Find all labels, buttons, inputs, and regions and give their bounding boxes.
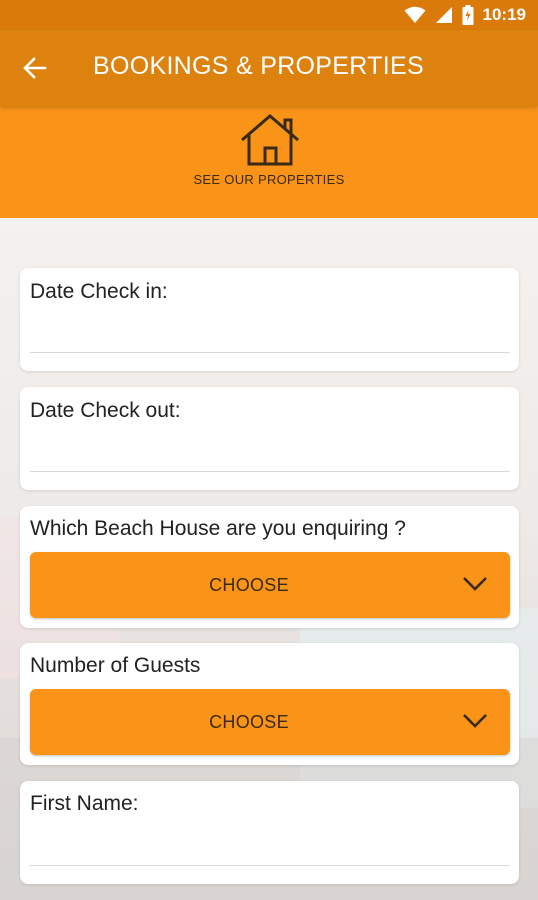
beach-house-card: Which Beach House are you enquiring ? CH… [20, 506, 519, 628]
beach-house-select[interactable]: CHOOSE [30, 552, 510, 618]
beach-house-label: Which Beach House are you enquiring ? [30, 517, 406, 540]
check-out-label: Date Check out: [30, 399, 181, 422]
check-out-field[interactable] [30, 431, 510, 473]
beach-house-select-value: CHOOSE [209, 575, 289, 595]
first-name-underline [30, 865, 510, 866]
house-icon[interactable] [238, 112, 302, 168]
back-arrow-icon [23, 57, 47, 79]
first-name-card: First Name: [20, 781, 519, 884]
check-in-label: Date Check in: [30, 280, 168, 303]
first-name-field[interactable] [30, 825, 510, 867]
first-name-label: First Name: [30, 792, 139, 815]
check-in-underline [30, 352, 510, 353]
signal-icon [435, 7, 452, 23]
check-in-field[interactable] [30, 312, 510, 354]
status-time: 10:19 [482, 5, 526, 24]
guests-card: Number of Guests CHOOSE [20, 643, 519, 765]
back-button[interactable] [20, 54, 50, 82]
check-out-underline [30, 471, 510, 472]
status-bar: 10:19 [0, 0, 538, 30]
chevron-down-icon [463, 577, 487, 591]
guests-select[interactable]: CHOOSE [30, 689, 510, 755]
battery-icon [462, 5, 474, 25]
check-in-card: Date Check in: [20, 268, 519, 371]
wifi-icon [404, 6, 426, 23]
check-out-card: Date Check out: [20, 387, 519, 490]
chevron-down-icon [463, 714, 487, 728]
see-properties-label[interactable]: SEE OUR PROPERTIES [0, 172, 538, 187]
app-toolbar: BOOKINGS & PROPERTIES [0, 30, 538, 106]
guests-label: Number of Guests [30, 654, 201, 677]
guests-select-value: CHOOSE [209, 712, 289, 732]
page-title: BOOKINGS & PROPERTIES [93, 52, 424, 80]
